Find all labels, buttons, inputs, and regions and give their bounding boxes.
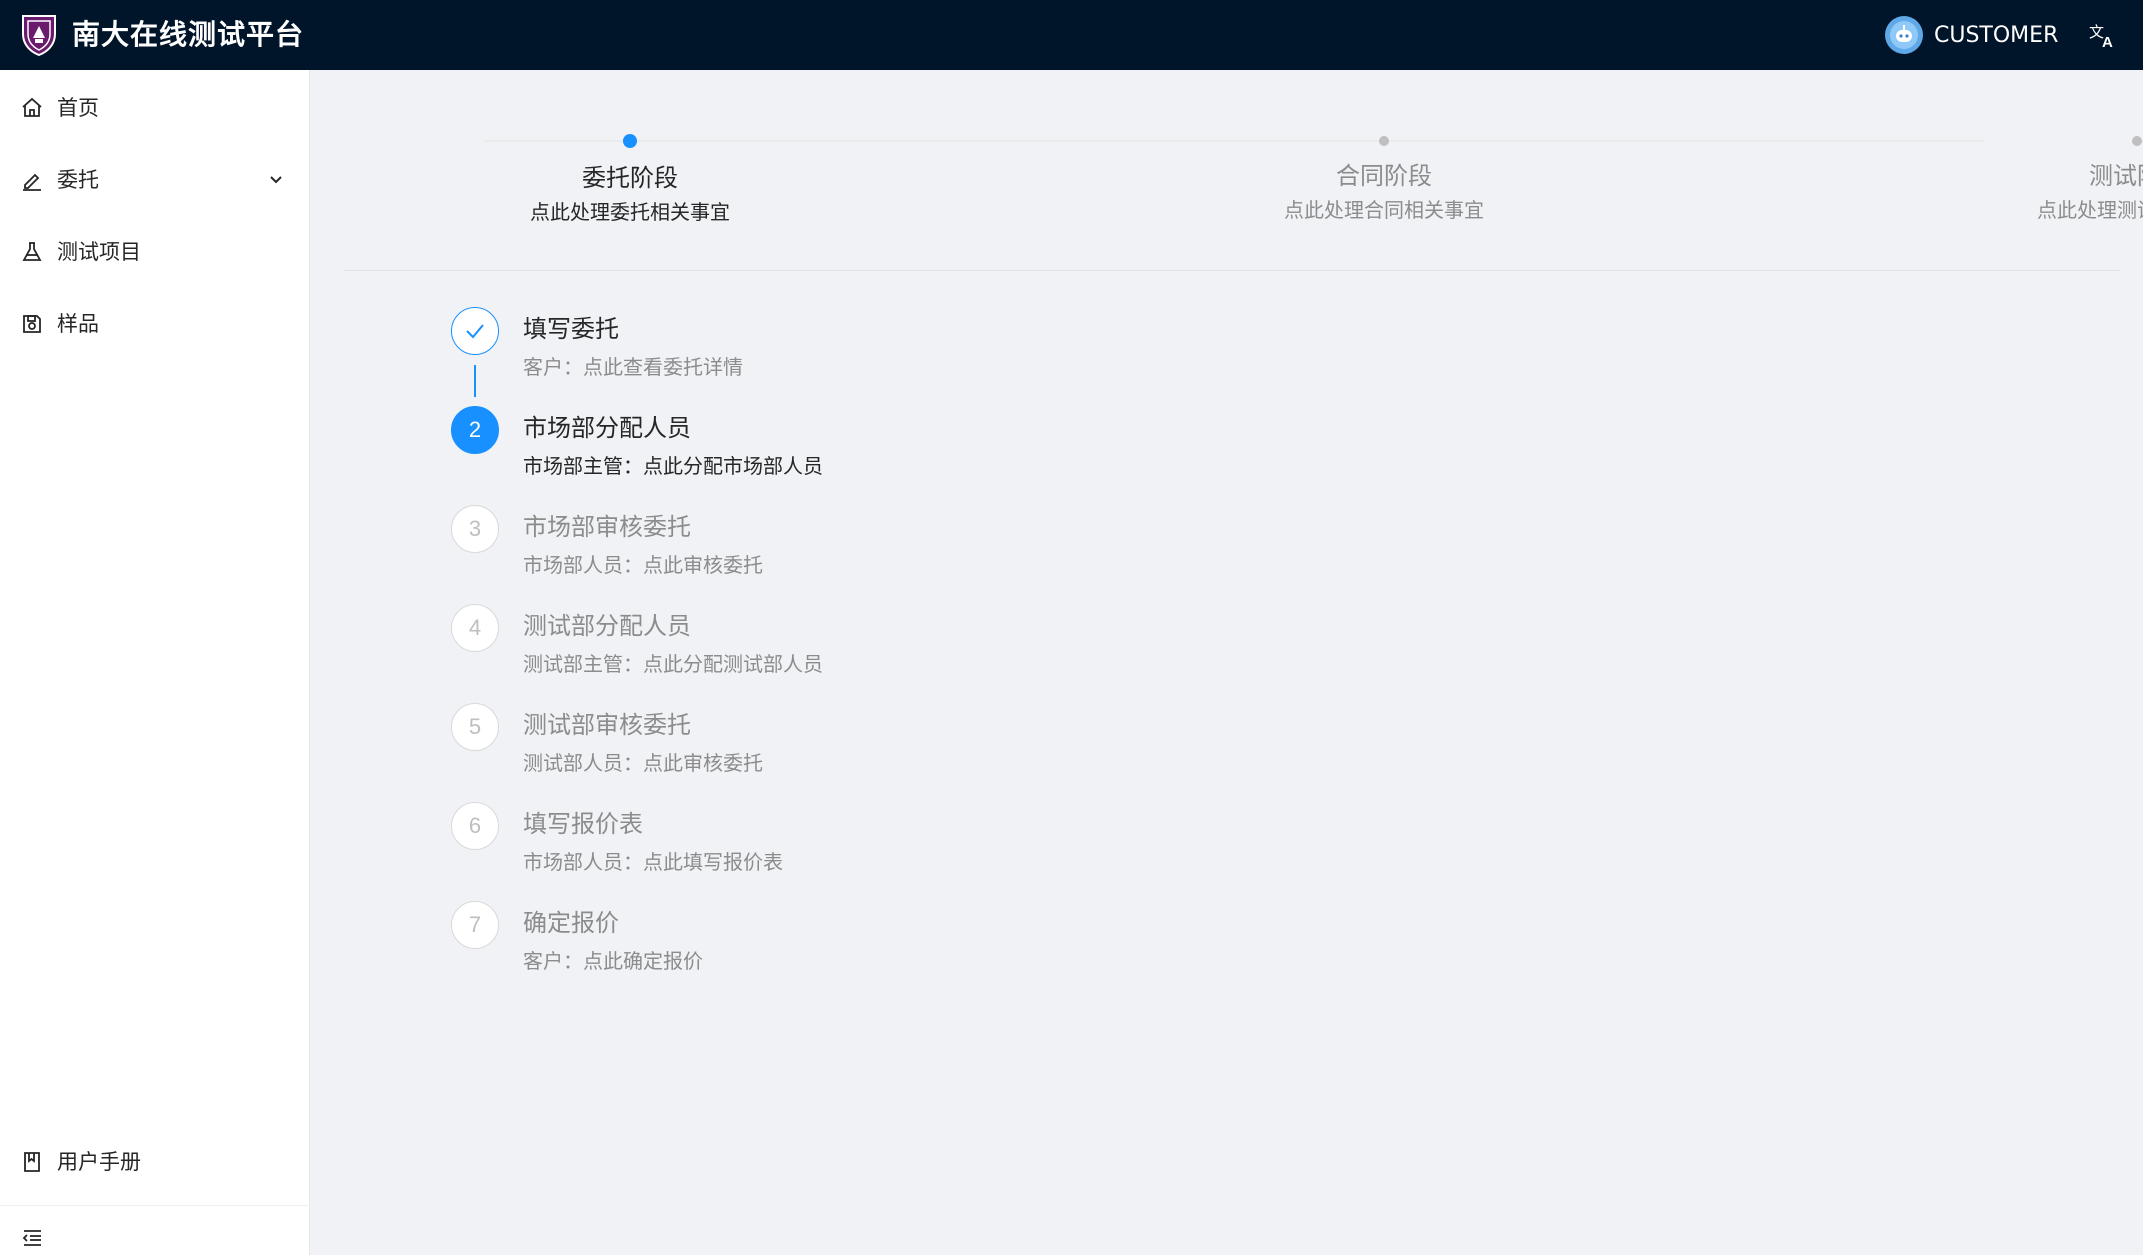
sidebar-item-label: 样品 xyxy=(57,312,99,336)
top-header: 南大在线测试平台 CUSTOMER 文 A xyxy=(0,0,2143,70)
sidebar-item-label: 测试项目 xyxy=(57,240,141,264)
sidebar: 首页 委托 测试项目 样品 用户手册 xyxy=(0,70,310,1255)
user-avatar[interactable] xyxy=(1885,16,1923,54)
step-test-review[interactable]: 5 测试部审核委托 测试部人员：点此审核委托 xyxy=(451,703,1251,803)
step-title: 确定报价 xyxy=(523,909,619,937)
stage-desc: 点此处理测试相关事宜 xyxy=(2037,198,2143,222)
step-number: 7 xyxy=(451,901,499,949)
home-icon xyxy=(22,97,42,117)
step-test-assign[interactable]: 4 测试部分配人员 测试部主管：点此分配测试部人员 xyxy=(451,604,1251,704)
step-title: 填写委托 xyxy=(523,315,619,343)
step-fill-commission[interactable]: 填写委托 客户：点此查看委托详情 xyxy=(451,307,1251,407)
robot-avatar-icon xyxy=(1890,21,1918,49)
step-market-review[interactable]: 3 市场部审核委托 市场部人员：点此审核委托 xyxy=(451,505,1251,605)
step-number: 2 xyxy=(451,406,499,454)
username-label[interactable]: CUSTOMER xyxy=(1934,22,2058,50)
step-fill-quote[interactable]: 6 填写报价表 市场部人员：点此填写报价表 xyxy=(451,802,1251,902)
chevron-down-icon xyxy=(270,176,282,184)
svg-text:A: A xyxy=(2102,34,2113,50)
step-desc: 客户：点此查看委托详情 xyxy=(523,355,743,379)
stage-title: 测试阶段 xyxy=(2089,162,2143,190)
step-desc: 测试部主管：点此分配测试部人员 xyxy=(523,652,823,676)
stage-desc: 点此处理委托相关事宜 xyxy=(530,200,730,224)
sidebar-item-home[interactable]: 首页 xyxy=(0,80,310,136)
flask-icon xyxy=(22,242,42,261)
step-connector xyxy=(474,365,476,397)
step-title: 填写报价表 xyxy=(523,810,643,838)
stage-dot xyxy=(2132,136,2142,146)
step-number: 5 xyxy=(451,703,499,751)
step-market-assign[interactable]: 2 市场部分配人员 市场部主管：点此分配市场部人员 xyxy=(451,406,1251,506)
main-content: 委托阶段 点此处理委托相关事宜 合同阶段 点此处理合同相关事宜 测试阶段 点此处… xyxy=(310,70,2143,1255)
step-title: 测试部审核委托 xyxy=(523,711,691,739)
step-desc: 市场部人员：点此填写报价表 xyxy=(523,850,783,874)
sidebar-divider xyxy=(0,1205,310,1206)
check-icon xyxy=(466,324,484,339)
sidebar-item-label: 用户手册 xyxy=(57,1150,141,1174)
stage-title: 合同阶段 xyxy=(1336,162,1432,190)
step-title: 市场部分配人员 xyxy=(523,414,691,442)
step-title: 测试部分配人员 xyxy=(523,612,691,640)
edit-icon xyxy=(23,173,41,191)
stage-divider xyxy=(344,270,2120,271)
step-number: 4 xyxy=(451,604,499,652)
sidebar-item-user-manual[interactable]: 用户手册 xyxy=(0,1134,310,1190)
step-number: 6 xyxy=(451,802,499,850)
step-desc: 市场部主管：点此分配市场部人员 xyxy=(523,454,823,478)
book-icon xyxy=(24,1152,40,1172)
sidebar-item-label: 首页 xyxy=(57,96,99,120)
translate-icon[interactable]: 文 A xyxy=(2088,20,2118,50)
stage-dot xyxy=(1379,136,1389,146)
stage-progress-track xyxy=(484,140,1984,142)
university-logo-icon xyxy=(22,15,56,56)
step-desc: 测试部人员：点此审核委托 xyxy=(523,751,763,775)
sidebar-item-samples[interactable]: 样品 xyxy=(0,296,310,352)
stage-desc: 点此处理合同相关事宜 xyxy=(1284,198,1484,222)
save-icon xyxy=(23,315,41,333)
step-title: 市场部审核委托 xyxy=(523,513,691,541)
sidebar-item-test-projects[interactable]: 测试项目 xyxy=(0,224,310,280)
step-confirm-quote[interactable]: 7 确定报价 客户：点此确定报价 xyxy=(451,901,1251,1001)
stage-title: 委托阶段 xyxy=(582,164,678,192)
sidebar-item-label: 委托 xyxy=(57,168,99,192)
step-number: 3 xyxy=(451,505,499,553)
step-desc: 客户：点此确定报价 xyxy=(523,949,703,973)
app-title: 南大在线测试平台 xyxy=(72,18,305,51)
step-status-icon xyxy=(451,307,499,355)
sidebar-item-commission[interactable]: 委托 xyxy=(0,152,310,208)
menu-fold-icon[interactable] xyxy=(20,1226,44,1250)
step-desc: 市场部人员：点此审核委托 xyxy=(523,553,763,577)
stage-dot xyxy=(623,134,637,148)
